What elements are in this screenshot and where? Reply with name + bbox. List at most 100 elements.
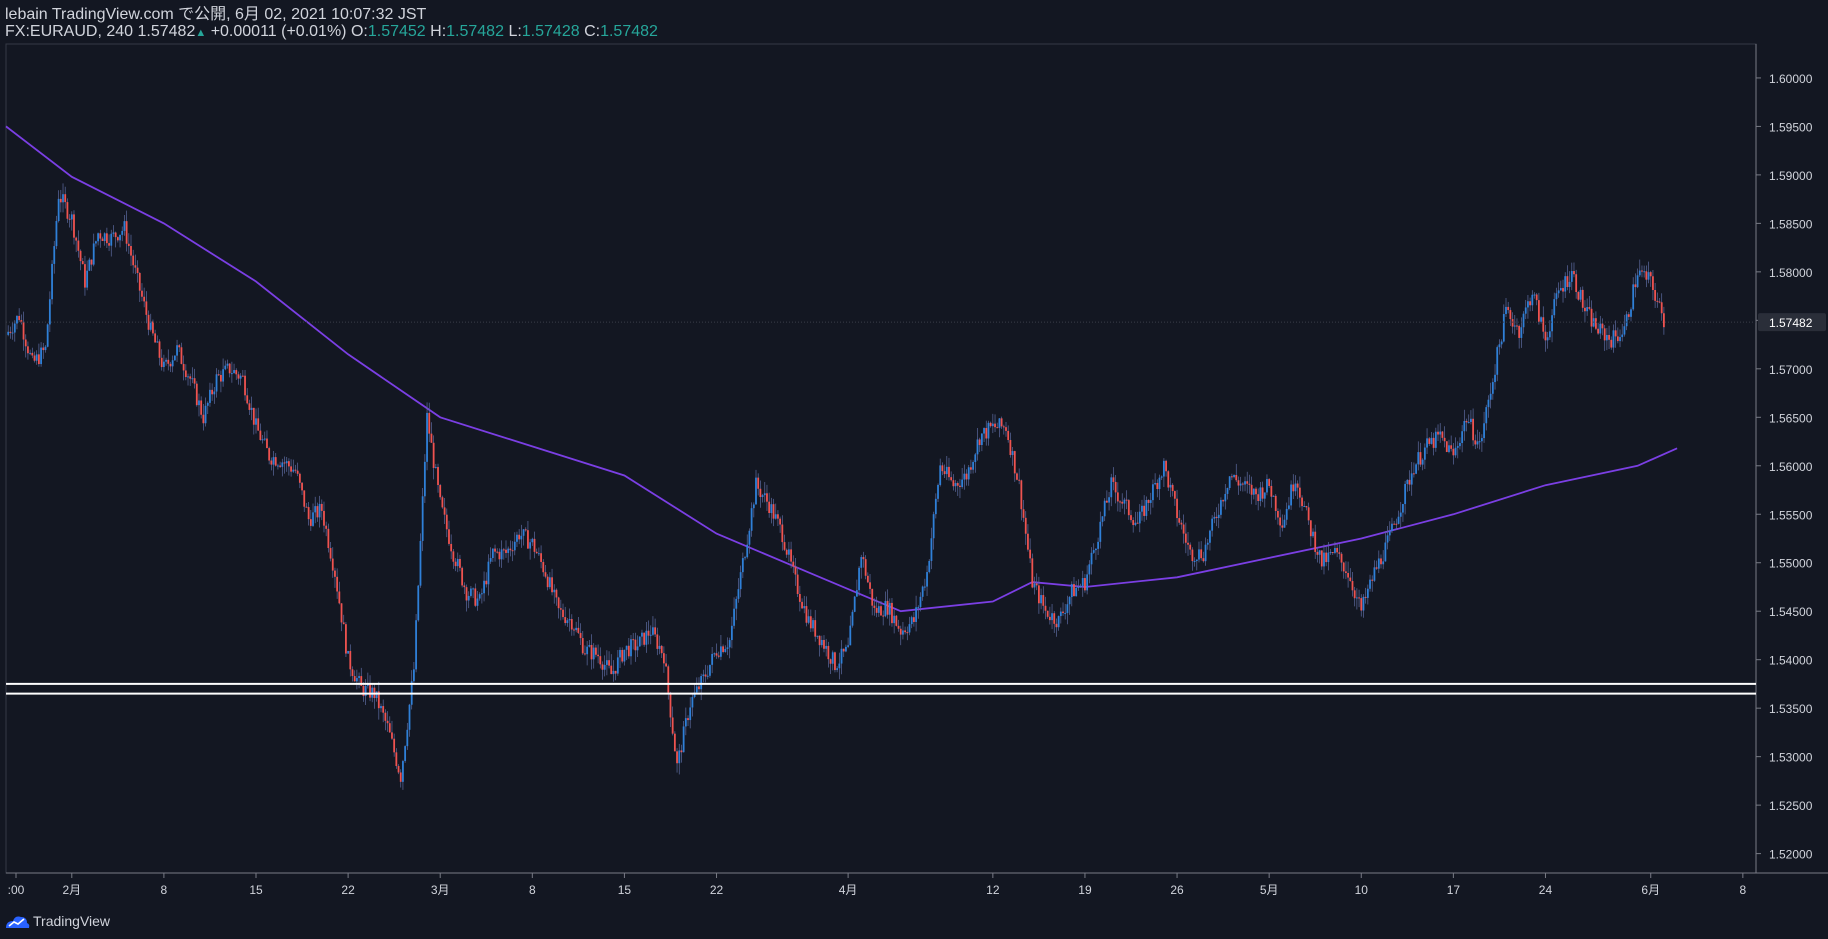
candle-body xyxy=(1369,579,1371,589)
candle xyxy=(548,572,551,590)
candle xyxy=(369,675,371,702)
candle xyxy=(579,623,582,646)
candle-body xyxy=(834,652,836,671)
candle xyxy=(1112,467,1115,491)
candle-body xyxy=(1248,483,1251,485)
candle xyxy=(1134,511,1137,527)
candle xyxy=(1211,515,1214,537)
candle xyxy=(1645,265,1648,288)
candle-body xyxy=(1456,446,1459,448)
candle xyxy=(1226,487,1229,500)
candle xyxy=(783,534,786,552)
candle xyxy=(1397,510,1400,525)
candle-body xyxy=(1235,475,1238,481)
candle xyxy=(1193,557,1196,567)
candle-body xyxy=(680,750,683,753)
candle xyxy=(1007,425,1010,443)
candle-body xyxy=(682,726,685,753)
candle-body xyxy=(579,632,582,639)
candle-body xyxy=(1360,598,1363,611)
candle xyxy=(577,616,580,634)
candle-body xyxy=(149,321,152,330)
candle-body xyxy=(399,772,402,782)
candle xyxy=(1518,324,1521,349)
horizontal-lines-layer[interactable] xyxy=(6,682,1756,695)
candle-body xyxy=(1614,330,1617,337)
candle xyxy=(349,644,352,677)
price-axis[interactable]: 1.520001.525001.530001.535001.540001.545… xyxy=(6,72,1826,862)
candle-body xyxy=(336,576,339,592)
candle xyxy=(1513,315,1516,335)
price-chart[interactable]: 1.520001.525001.530001.535001.540001.545… xyxy=(0,0,1828,939)
candle xyxy=(555,588,558,606)
candle-body xyxy=(206,402,209,406)
time-axis[interactable]: :00 2月 8 15 22 3月 8 15 22 4月 12 19 26 5月 10 17 24 6月 8 xyxy=(8,873,1747,897)
candle xyxy=(1402,503,1404,522)
candle-body xyxy=(1029,549,1032,559)
candle-body xyxy=(507,548,510,553)
candle-body xyxy=(875,607,878,613)
candle-body xyxy=(1393,523,1396,525)
candle xyxy=(92,233,95,267)
candle-body xyxy=(818,635,821,646)
candle xyxy=(1456,441,1459,459)
candle-body xyxy=(1005,427,1007,431)
candle xyxy=(592,643,595,669)
candle-body xyxy=(1621,334,1624,338)
candle xyxy=(967,465,970,486)
candle-body xyxy=(860,557,863,568)
candle xyxy=(906,626,909,641)
candle-body xyxy=(1110,477,1113,498)
candle-body xyxy=(244,375,246,396)
candle-body xyxy=(1507,306,1510,311)
candle xyxy=(794,558,797,586)
candle xyxy=(1597,322,1600,335)
candle xyxy=(1588,296,1591,311)
candle-body xyxy=(1325,552,1328,563)
candle-body xyxy=(741,558,744,573)
candle-body xyxy=(1002,426,1005,428)
candle xyxy=(272,450,275,476)
candle xyxy=(678,743,681,775)
tradingview-logo-icon[interactable] xyxy=(4,914,30,930)
candle xyxy=(1461,425,1464,453)
time-tick-label: 8 xyxy=(1739,883,1746,897)
candle-body xyxy=(1044,605,1047,611)
candle xyxy=(1577,291,1580,301)
candle-body xyxy=(1000,418,1003,427)
candle xyxy=(1033,576,1036,595)
candle-body xyxy=(1114,481,1117,493)
candle-body xyxy=(1312,531,1314,537)
candle xyxy=(239,373,242,386)
candle xyxy=(1095,548,1097,560)
candle xyxy=(1351,571,1354,597)
candle-body xyxy=(1217,514,1220,519)
candle-body xyxy=(1252,488,1255,495)
candle-body xyxy=(406,729,409,747)
candle-body xyxy=(1285,508,1288,520)
candle-body xyxy=(349,650,352,670)
candle-body xyxy=(976,439,979,455)
candle-body xyxy=(641,632,643,637)
candle xyxy=(465,584,468,612)
candle xyxy=(939,458,942,487)
candle xyxy=(1599,315,1602,339)
candle-body xyxy=(1173,491,1176,499)
candle xyxy=(1564,272,1567,299)
candle-body xyxy=(1608,334,1610,340)
candle xyxy=(1285,502,1288,526)
candle xyxy=(1533,292,1536,299)
candle xyxy=(287,458,290,476)
candle-body xyxy=(1064,612,1067,614)
candle-body xyxy=(919,596,922,608)
candle xyxy=(53,240,56,274)
candle-body xyxy=(62,194,64,203)
candle-body xyxy=(1478,441,1481,443)
candle-body xyxy=(1555,293,1558,300)
tradingview-brand[interactable]: TradingView xyxy=(33,913,110,929)
candle xyxy=(1437,424,1439,442)
candle xyxy=(1114,474,1117,504)
candle xyxy=(141,283,143,302)
candle-body xyxy=(1244,481,1246,485)
candle-body xyxy=(785,549,788,555)
